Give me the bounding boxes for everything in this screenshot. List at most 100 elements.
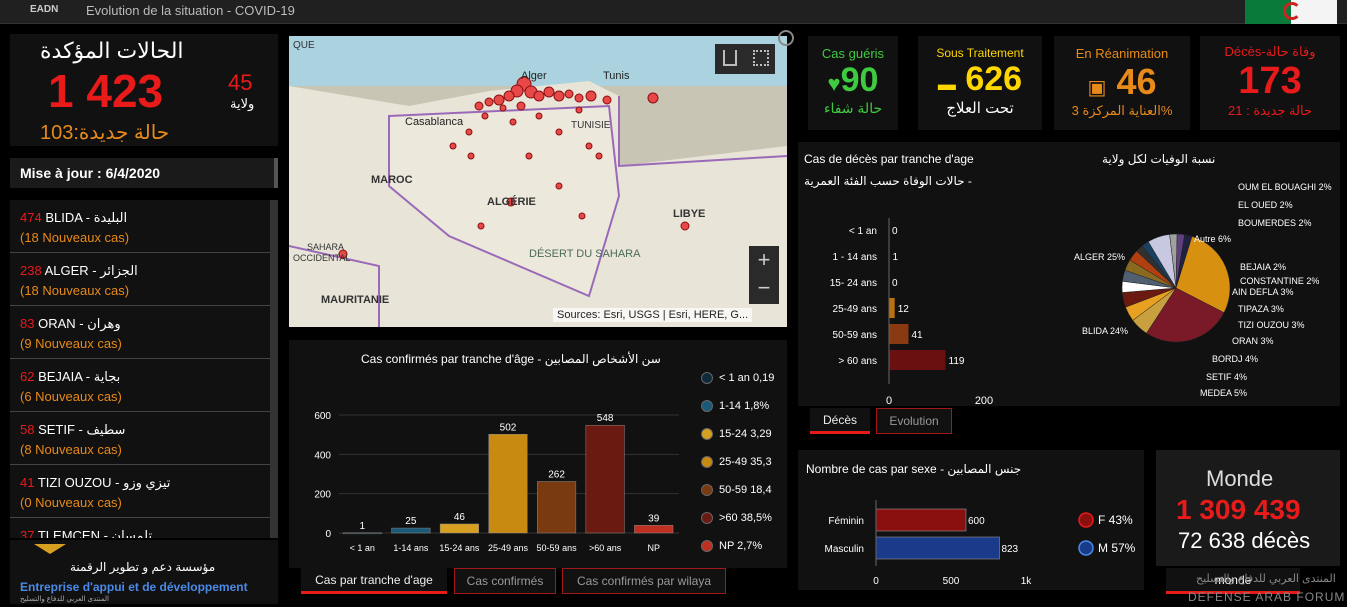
zoom-in-button[interactable]: + [749, 246, 779, 276]
map-case-dot[interactable] [474, 101, 484, 111]
map-case-dot[interactable] [449, 142, 457, 150]
map-label-que: QUE [293, 40, 315, 51]
footer-small: المنتدى العربي للدفاع والتسليح [20, 596, 109, 603]
treatment-ar: تحت العلاج [946, 100, 1014, 117]
footer-fr: Entreprise d'appui et de développement [20, 580, 248, 594]
map-label-algerie: ALGÉRIE [487, 196, 536, 208]
zoom-out-button[interactable]: − [749, 276, 779, 304]
legend-label: 1-14 1,8% [719, 400, 770, 412]
death-bar[interactable] [889, 324, 909, 344]
expand-icon[interactable] [778, 30, 794, 46]
update-label: Mise à jour : 6/4/2020 [20, 165, 161, 181]
map-case-dot[interactable] [578, 212, 586, 220]
wilaya-count: 41 [20, 475, 35, 490]
x-tick-label: 500 [943, 576, 960, 587]
deaths-value: 173 [1238, 60, 1302, 102]
age-bar[interactable] [585, 424, 625, 534]
world-cases: 1 309 439 [1176, 494, 1301, 525]
age-bar-value: 46 [454, 512, 466, 523]
death-category-label: 25-49 ans [833, 304, 877, 315]
tab-cas-confirmes[interactable]: Cas confirmés [454, 568, 556, 594]
list-item[interactable]: 62 BEJAIA - بجاية (6 Nouveaux cas) [10, 359, 270, 412]
bed-icon: ▬ [937, 74, 956, 94]
age-bar[interactable] [439, 523, 479, 534]
qr-code-icon[interactable] [753, 50, 769, 66]
death-chart-svg: < 1 an 0 1 - 14 ans 1 15- 24 ans 0 25-49 ans 12… [830, 182, 1332, 406]
sex-bar-value: 823 [1001, 544, 1018, 555]
death-bar[interactable] [889, 350, 946, 370]
legend-label: >60 38,5% [719, 512, 772, 524]
confirmed-panel: الحالات المؤكدة 1 423 45 ولاية حالة جديد… [10, 34, 278, 146]
sex-bar[interactable] [875, 536, 1000, 560]
list-item[interactable]: 37 TLEMCEN - تلمسان [10, 518, 270, 538]
home-icon[interactable] [723, 50, 737, 66]
map-case-dot[interactable] [484, 97, 494, 107]
death-bar[interactable] [889, 298, 895, 318]
map-case-dot[interactable] [535, 112, 543, 120]
treatment-value: ▬ 626 [918, 60, 1042, 99]
wilaya-name-ar: تيزي وزو [123, 475, 171, 490]
map-case-dot[interactable] [503, 90, 515, 102]
map-case-dot[interactable] [467, 152, 475, 160]
male-legend-dot [1078, 540, 1094, 556]
tab-deces[interactable]: Décès [810, 408, 870, 434]
map-case-dot[interactable] [553, 90, 565, 102]
map-case-dot[interactable] [555, 128, 563, 136]
age-bar-value: 1 [360, 521, 366, 532]
map-case-dot[interactable] [595, 152, 603, 160]
recovered-box: Cas guéris ♥90 حالة شفاء [808, 36, 898, 130]
world-title: Monde [1206, 466, 1274, 491]
map-view[interactable]: Alger Tunis Casablanca TUNISIE MAROC ALG… [289, 36, 787, 327]
age-bar[interactable] [634, 525, 674, 534]
confirmed-total: 1 423 [48, 65, 164, 117]
age-bar[interactable] [391, 527, 431, 534]
list-item[interactable]: 238 ALGER - الجزائر (18 Nouveaux cas) [10, 253, 270, 306]
world-deaths: 72 638 décès [1178, 528, 1311, 553]
icu-ar: العناية المركزة 3% [1071, 103, 1173, 118]
icu-label: En Réanimation [1075, 46, 1169, 61]
age-category-label: 25-49 ans [488, 543, 529, 553]
wilaya-name-ar: تلمسان [111, 528, 153, 538]
map-case-dot[interactable] [477, 222, 485, 230]
map-case-dot[interactable] [499, 104, 507, 112]
age-bar[interactable] [342, 532, 382, 535]
map-case-dot[interactable] [543, 86, 555, 98]
map-case-dot[interactable] [509, 118, 517, 126]
map-case-dot[interactable] [516, 101, 526, 111]
map-case-dot[interactable] [555, 182, 563, 190]
death-category-label: 1 - 14 ans [833, 252, 877, 263]
map-case-dot[interactable] [585, 90, 597, 102]
tab-evolution[interactable]: Evolution [876, 408, 952, 434]
list-item[interactable]: 58 SETIF - سطيف (8 Nouveaux cas) [10, 412, 270, 465]
map-case-dot[interactable] [575, 106, 583, 114]
wilaya-list[interactable]: 474 BLIDA - البليدة (18 Nouveaux cas) 238 … [10, 200, 278, 538]
wilaya-name-ar: وهران [87, 316, 121, 331]
map-case-dot[interactable] [533, 90, 545, 102]
age-category-label: 1-14 ans [393, 543, 429, 553]
tab-cas-confirmes-wilaya[interactable]: Cas confirmés par wilaya [562, 568, 726, 594]
map-case-dot[interactable] [602, 95, 612, 105]
map-case-dot[interactable] [564, 89, 574, 99]
age-legend-item: >60 38,5% [701, 512, 783, 525]
wilaya-label: ولاية [230, 96, 255, 111]
map-case-dot[interactable] [680, 221, 690, 231]
map-case-dot[interactable] [525, 152, 533, 160]
map-case-dot[interactable] [481, 112, 489, 120]
age-legend-item: NP 2,7% [701, 540, 783, 553]
tab-cas-par-tranche[interactable]: Cas par tranche d'age [301, 568, 447, 594]
legend-label: 15-24 3,29 [719, 428, 772, 440]
pie-label: MEDEA 5% [1200, 388, 1247, 398]
list-item[interactable]: 41 TIZI OUZOU - تيزي وزو (0 Nouveaux cas) [10, 465, 270, 518]
map-case-dot[interactable] [574, 93, 584, 103]
map-case-dot[interactable] [465, 128, 473, 136]
age-bar[interactable] [488, 434, 528, 534]
map-case-dot[interactable] [493, 94, 505, 106]
map-case-dot[interactable] [585, 142, 593, 150]
age-bar[interactable] [537, 481, 577, 534]
wilaya-name-ar: الجزائر [100, 263, 138, 278]
list-item[interactable]: 83 ORAN - وهران (9 Nouveaux cas) [10, 306, 270, 359]
list-item[interactable]: 474 BLIDA - البليدة (18 Nouveaux cas) [10, 200, 270, 253]
map-case-dot[interactable] [647, 92, 659, 104]
deaths-label: Décès-وفاة حالة [1224, 44, 1316, 59]
sex-bar[interactable] [875, 508, 967, 532]
